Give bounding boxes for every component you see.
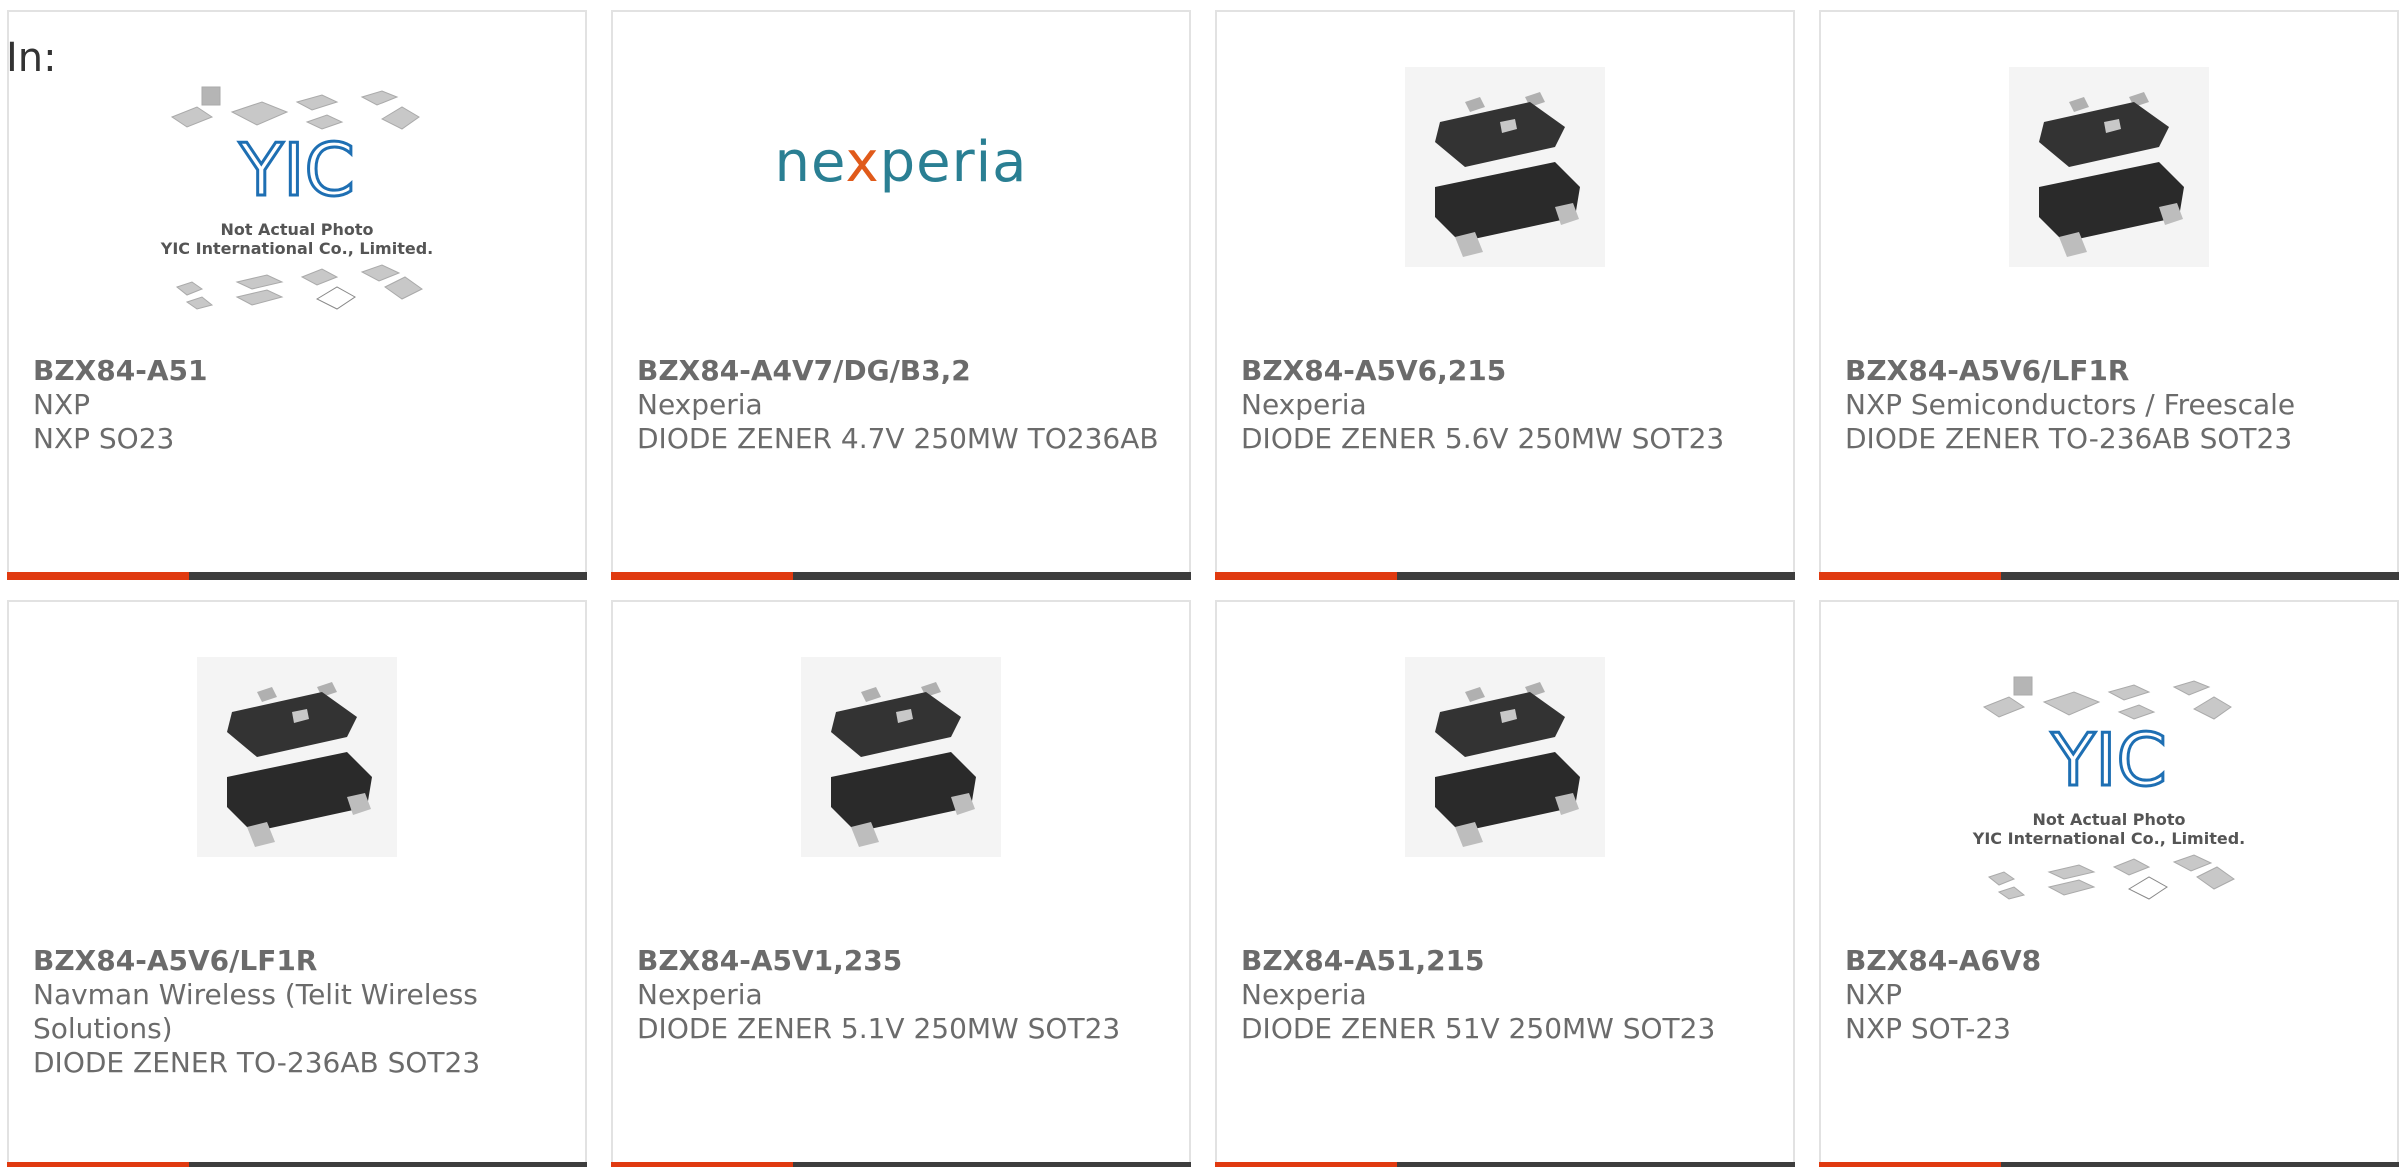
product-image[interactable] bbox=[1821, 52, 2397, 352]
product-card[interactable]: YIC Not Actual Photo YIC International C… bbox=[1819, 600, 2399, 1167]
product-card[interactable]: nexperia BZX84-A4V7/DG/B3,2 Nexperia DIO… bbox=[611, 10, 1191, 580]
manufacturer: Nexperia bbox=[637, 978, 763, 1011]
not-actual-photo-placeholder: YIC Not Actual Photo YIC International C… bbox=[1972, 676, 2245, 900]
card-bottom-bar bbox=[7, 572, 587, 580]
not-actual-photo-placeholder: YIC Not Actual Photo YIC International C… bbox=[160, 86, 433, 310]
product-info: BZX84-A5V6/LF1R NXP Semiconductors / Fre… bbox=[1845, 354, 2377, 456]
part-number-link[interactable]: BZX84-A5V6/LF1R bbox=[1845, 354, 2377, 388]
product-card[interactable]: BZX84-A5V6,215 Nexperia DIODE ZENER 5.6V… bbox=[1215, 10, 1795, 580]
product-grid: YIC Not Actual Photo YIC International C… bbox=[7, 10, 2400, 1167]
description: DIODE ZENER TO-236AB SOT23 bbox=[33, 1046, 481, 1079]
product-info: BZX84-A6V8 NXP NXP SOT-23 bbox=[1845, 944, 2377, 1046]
manufacturer: Nexperia bbox=[637, 388, 763, 421]
card-bottom-bar bbox=[1215, 1162, 1795, 1167]
card-bottom-bar bbox=[7, 1162, 587, 1167]
part-number-link[interactable]: BZX84-A51 bbox=[33, 354, 565, 388]
description: DIODE ZENER TO-236AB SOT23 bbox=[1845, 422, 2293, 455]
card-bottom-bar bbox=[1819, 572, 2399, 580]
manufacturer: Nexperia bbox=[1241, 978, 1367, 1011]
product-image[interactable]: YIC Not Actual Photo YIC International C… bbox=[1821, 642, 2397, 942]
product-image[interactable] bbox=[1217, 642, 1793, 942]
product-card[interactable]: BZX84-A5V6/LF1R NXP Semiconductors / Fre… bbox=[1819, 10, 2399, 580]
product-info: BZX84-A5V6/LF1R Navman Wireless (Telit W… bbox=[33, 944, 565, 1080]
manufacturer: NXP bbox=[1845, 978, 1903, 1011]
card-bottom-bar bbox=[611, 572, 1191, 580]
product-card[interactable]: BZX84-A5V6/LF1R Navman Wireless (Telit W… bbox=[7, 600, 587, 1167]
product-card[interactable]: BZX84-A5V1,235 Nexperia DIODE ZENER 5.1V… bbox=[611, 600, 1191, 1167]
part-number-link[interactable]: BZX84-A51,215 bbox=[1241, 944, 1773, 978]
nexperia-logo-icon: nexperia bbox=[774, 129, 1028, 195]
description: NXP SOT-23 bbox=[1845, 1012, 2011, 1045]
sot23-package-icon bbox=[197, 657, 397, 857]
product-info: BZX84-A51,215 Nexperia DIODE ZENER 51V 2… bbox=[1241, 944, 1773, 1046]
description: DIODE ZENER 4.7V 250MW TO236AB bbox=[637, 422, 1159, 455]
product-image[interactable]: YIC Not Actual Photo YIC International C… bbox=[9, 52, 585, 352]
part-number-link[interactable]: BZX84-A4V7/DG/B3,2 bbox=[637, 354, 1169, 388]
product-grid-page: In: YIC Not Actual Photo YIC Internation… bbox=[0, 0, 2400, 1167]
sot23-package-icon bbox=[2009, 67, 2209, 267]
product-info: BZX84-A5V6,215 Nexperia DIODE ZENER 5.6V… bbox=[1241, 354, 1773, 456]
sot23-package-icon bbox=[801, 657, 1001, 857]
manufacturer: NXP bbox=[33, 388, 91, 421]
product-info: BZX84-A4V7/DG/B3,2 Nexperia DIODE ZENER … bbox=[637, 354, 1169, 456]
part-number-link[interactable]: BZX84-A5V6,215 bbox=[1241, 354, 1773, 388]
product-card[interactable]: BZX84-A51,215 Nexperia DIODE ZENER 51V 2… bbox=[1215, 600, 1795, 1167]
card-bottom-bar bbox=[1215, 572, 1795, 580]
description: DIODE ZENER 5.1V 250MW SOT23 bbox=[637, 1012, 1121, 1045]
manufacturer: NXP Semiconductors / Freescale bbox=[1845, 388, 2296, 421]
yic-logo-icon: YIC bbox=[238, 128, 355, 212]
product-card[interactable]: YIC Not Actual Photo YIC International C… bbox=[7, 10, 587, 580]
product-info: BZX84-A51 NXP NXP SO23 bbox=[33, 354, 565, 456]
yic-logo-icon: YIC bbox=[2050, 718, 2167, 802]
sot23-package-icon bbox=[1405, 67, 1605, 267]
product-image[interactable] bbox=[9, 642, 585, 942]
product-image[interactable] bbox=[1217, 52, 1793, 352]
description: DIODE ZENER 5.6V 250MW SOT23 bbox=[1241, 422, 1725, 455]
svg-text:YIC International Co., Limited: YIC International Co., Limited. bbox=[160, 239, 433, 258]
manufacturer: Nexperia bbox=[1241, 388, 1367, 421]
product-info: BZX84-A5V1,235 Nexperia DIODE ZENER 5.1V… bbox=[637, 944, 1169, 1046]
in-label: In: bbox=[6, 35, 57, 81]
sot23-package-icon bbox=[1405, 657, 1605, 857]
description: DIODE ZENER 51V 250MW SOT23 bbox=[1241, 1012, 1716, 1045]
part-number-link[interactable]: BZX84-A5V1,235 bbox=[637, 944, 1169, 978]
description: NXP SO23 bbox=[33, 422, 175, 455]
card-bottom-bar bbox=[611, 1162, 1191, 1167]
product-image[interactable]: nexperia bbox=[613, 52, 1189, 352]
svg-text:Not Actual Photo: Not Actual Photo bbox=[220, 220, 373, 239]
part-number-link[interactable]: BZX84-A5V6/LF1R bbox=[33, 944, 565, 978]
manufacturer: Navman Wireless (Telit Wireless Solution… bbox=[33, 978, 478, 1045]
card-bottom-bar bbox=[1819, 1162, 2399, 1167]
part-number-link[interactable]: BZX84-A6V8 bbox=[1845, 944, 2377, 978]
svg-text:YIC International Co., Limited: YIC International Co., Limited. bbox=[1972, 829, 2245, 848]
svg-text:Not Actual Photo: Not Actual Photo bbox=[2032, 810, 2185, 829]
product-image[interactable] bbox=[613, 642, 1189, 942]
